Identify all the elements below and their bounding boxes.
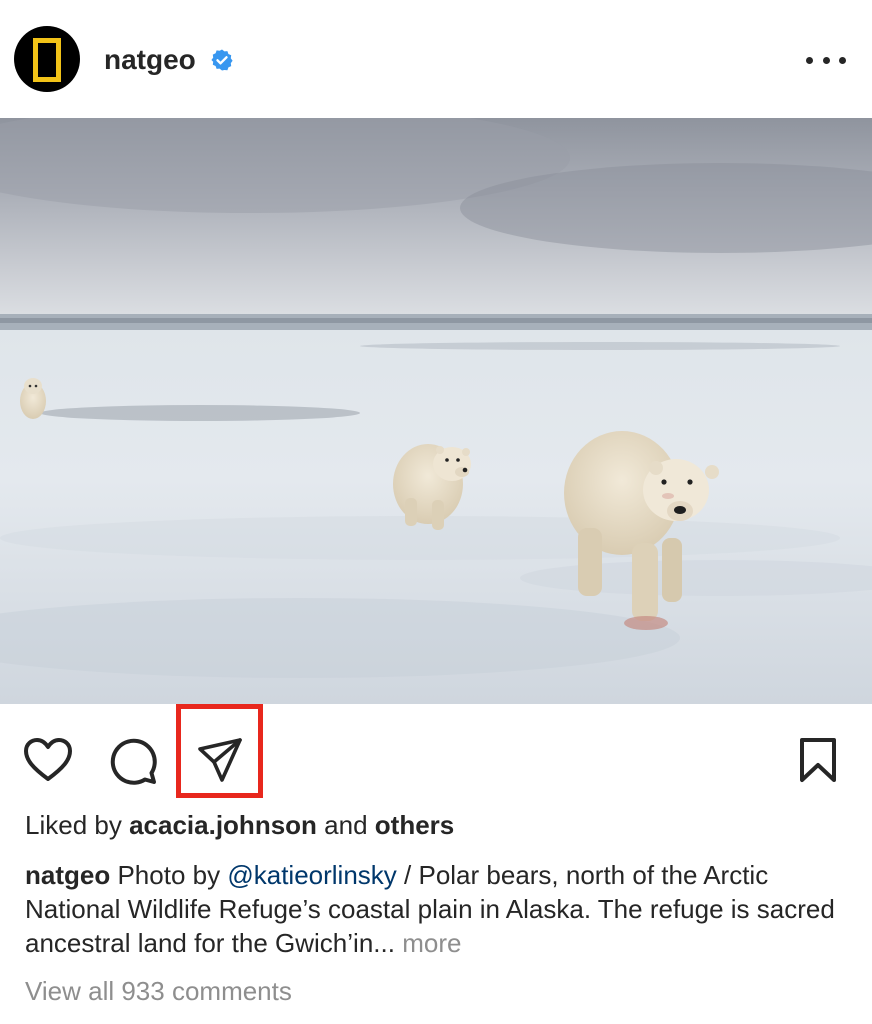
likes-prefix: Liked by <box>25 810 122 840</box>
likes-middle: and <box>324 810 368 840</box>
dot <box>806 56 813 64</box>
dot <box>839 56 846 64</box>
like-button[interactable] <box>22 734 74 786</box>
caption-more-link[interactable]: more <box>402 928 461 958</box>
view-all-comments-link[interactable]: View all 933 comments <box>25 974 292 1008</box>
verified-badge-icon <box>211 49 233 71</box>
instagram-post: natgeo Liked by acacia.johnson and other… <box>0 0 872 1024</box>
avatar[interactable] <box>14 26 80 92</box>
comment-button[interactable] <box>106 734 158 786</box>
ellipsis-icon[interactable] <box>806 46 846 74</box>
post-caption: natgeo Photo by @katieorlinsky / Polar b… <box>25 858 847 960</box>
bookmark-icon <box>800 738 836 782</box>
post-header: natgeo <box>0 0 872 118</box>
dot <box>822 56 830 64</box>
post-photo[interactable] <box>0 118 872 704</box>
polar-bears-photo <box>0 118 872 704</box>
username[interactable]: natgeo <box>104 42 196 78</box>
heart-icon <box>24 738 72 781</box>
comment-bubble-icon <box>110 738 157 785</box>
likes-summary[interactable]: Liked by acacia.johnson and others <box>25 808 454 842</box>
national-geographic-logo-icon <box>33 38 61 82</box>
liked-by-user[interactable]: acacia.johnson <box>129 810 317 840</box>
likes-others[interactable]: others <box>375 810 454 840</box>
caption-author[interactable]: natgeo <box>25 860 110 890</box>
action-bar <box>0 704 872 808</box>
share-highlight-box <box>176 704 263 798</box>
caption-text-before-mention: Photo by <box>117 860 221 890</box>
save-button[interactable] <box>792 734 844 786</box>
caption-mention[interactable]: @katieorlinsky <box>227 860 396 890</box>
